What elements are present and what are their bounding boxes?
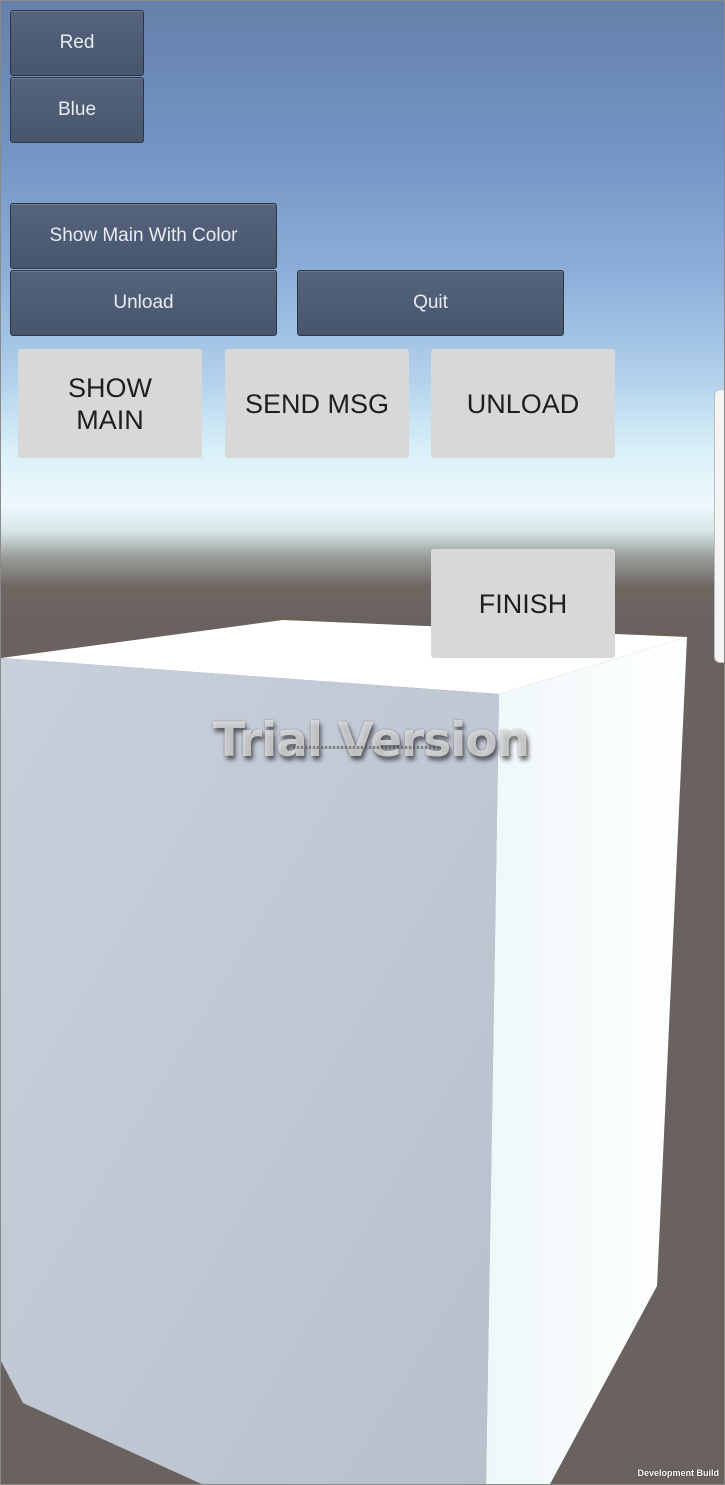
show-main-label: SHOW MAIN bbox=[68, 372, 152, 435]
finish-label: FINISH bbox=[478, 588, 568, 619]
send-msg-label: SEND MSG bbox=[244, 388, 390, 419]
scrollbar-handle[interactable] bbox=[714, 389, 724, 663]
send-msg-button[interactable]: SEND MSG bbox=[225, 349, 409, 458]
quit-button-label: Quit bbox=[413, 292, 448, 313]
finish-button[interactable]: FINISH bbox=[431, 549, 615, 658]
unload-ui-label: UNLOAD bbox=[466, 388, 580, 419]
show-main-button[interactable]: SHOW MAIN bbox=[18, 349, 202, 458]
development-build-label: Development Build bbox=[637, 1468, 719, 1478]
game-viewport: Red Blue Show Main With Color Unload Qui… bbox=[0, 0, 725, 1485]
blue-button[interactable]: Blue bbox=[10, 77, 144, 143]
unload-gui-label: Unload bbox=[113, 292, 174, 313]
red-button-label: Red bbox=[59, 32, 95, 53]
show-main-with-color-label: Show Main With Color bbox=[49, 225, 238, 246]
blue-button-label: Blue bbox=[57, 99, 97, 120]
cube-front-face bbox=[1, 658, 499, 1484]
watermark-underline bbox=[293, 746, 438, 749]
red-button[interactable]: Red bbox=[10, 10, 144, 76]
trial-version-watermark: Trial Version bbox=[213, 713, 530, 768]
show-main-with-color-button[interactable]: Show Main With Color bbox=[10, 203, 277, 269]
unload-ui-button[interactable]: UNLOAD bbox=[431, 349, 615, 458]
unload-gui-button[interactable]: Unload bbox=[10, 270, 277, 336]
quit-button[interactable]: Quit bbox=[297, 270, 564, 336]
